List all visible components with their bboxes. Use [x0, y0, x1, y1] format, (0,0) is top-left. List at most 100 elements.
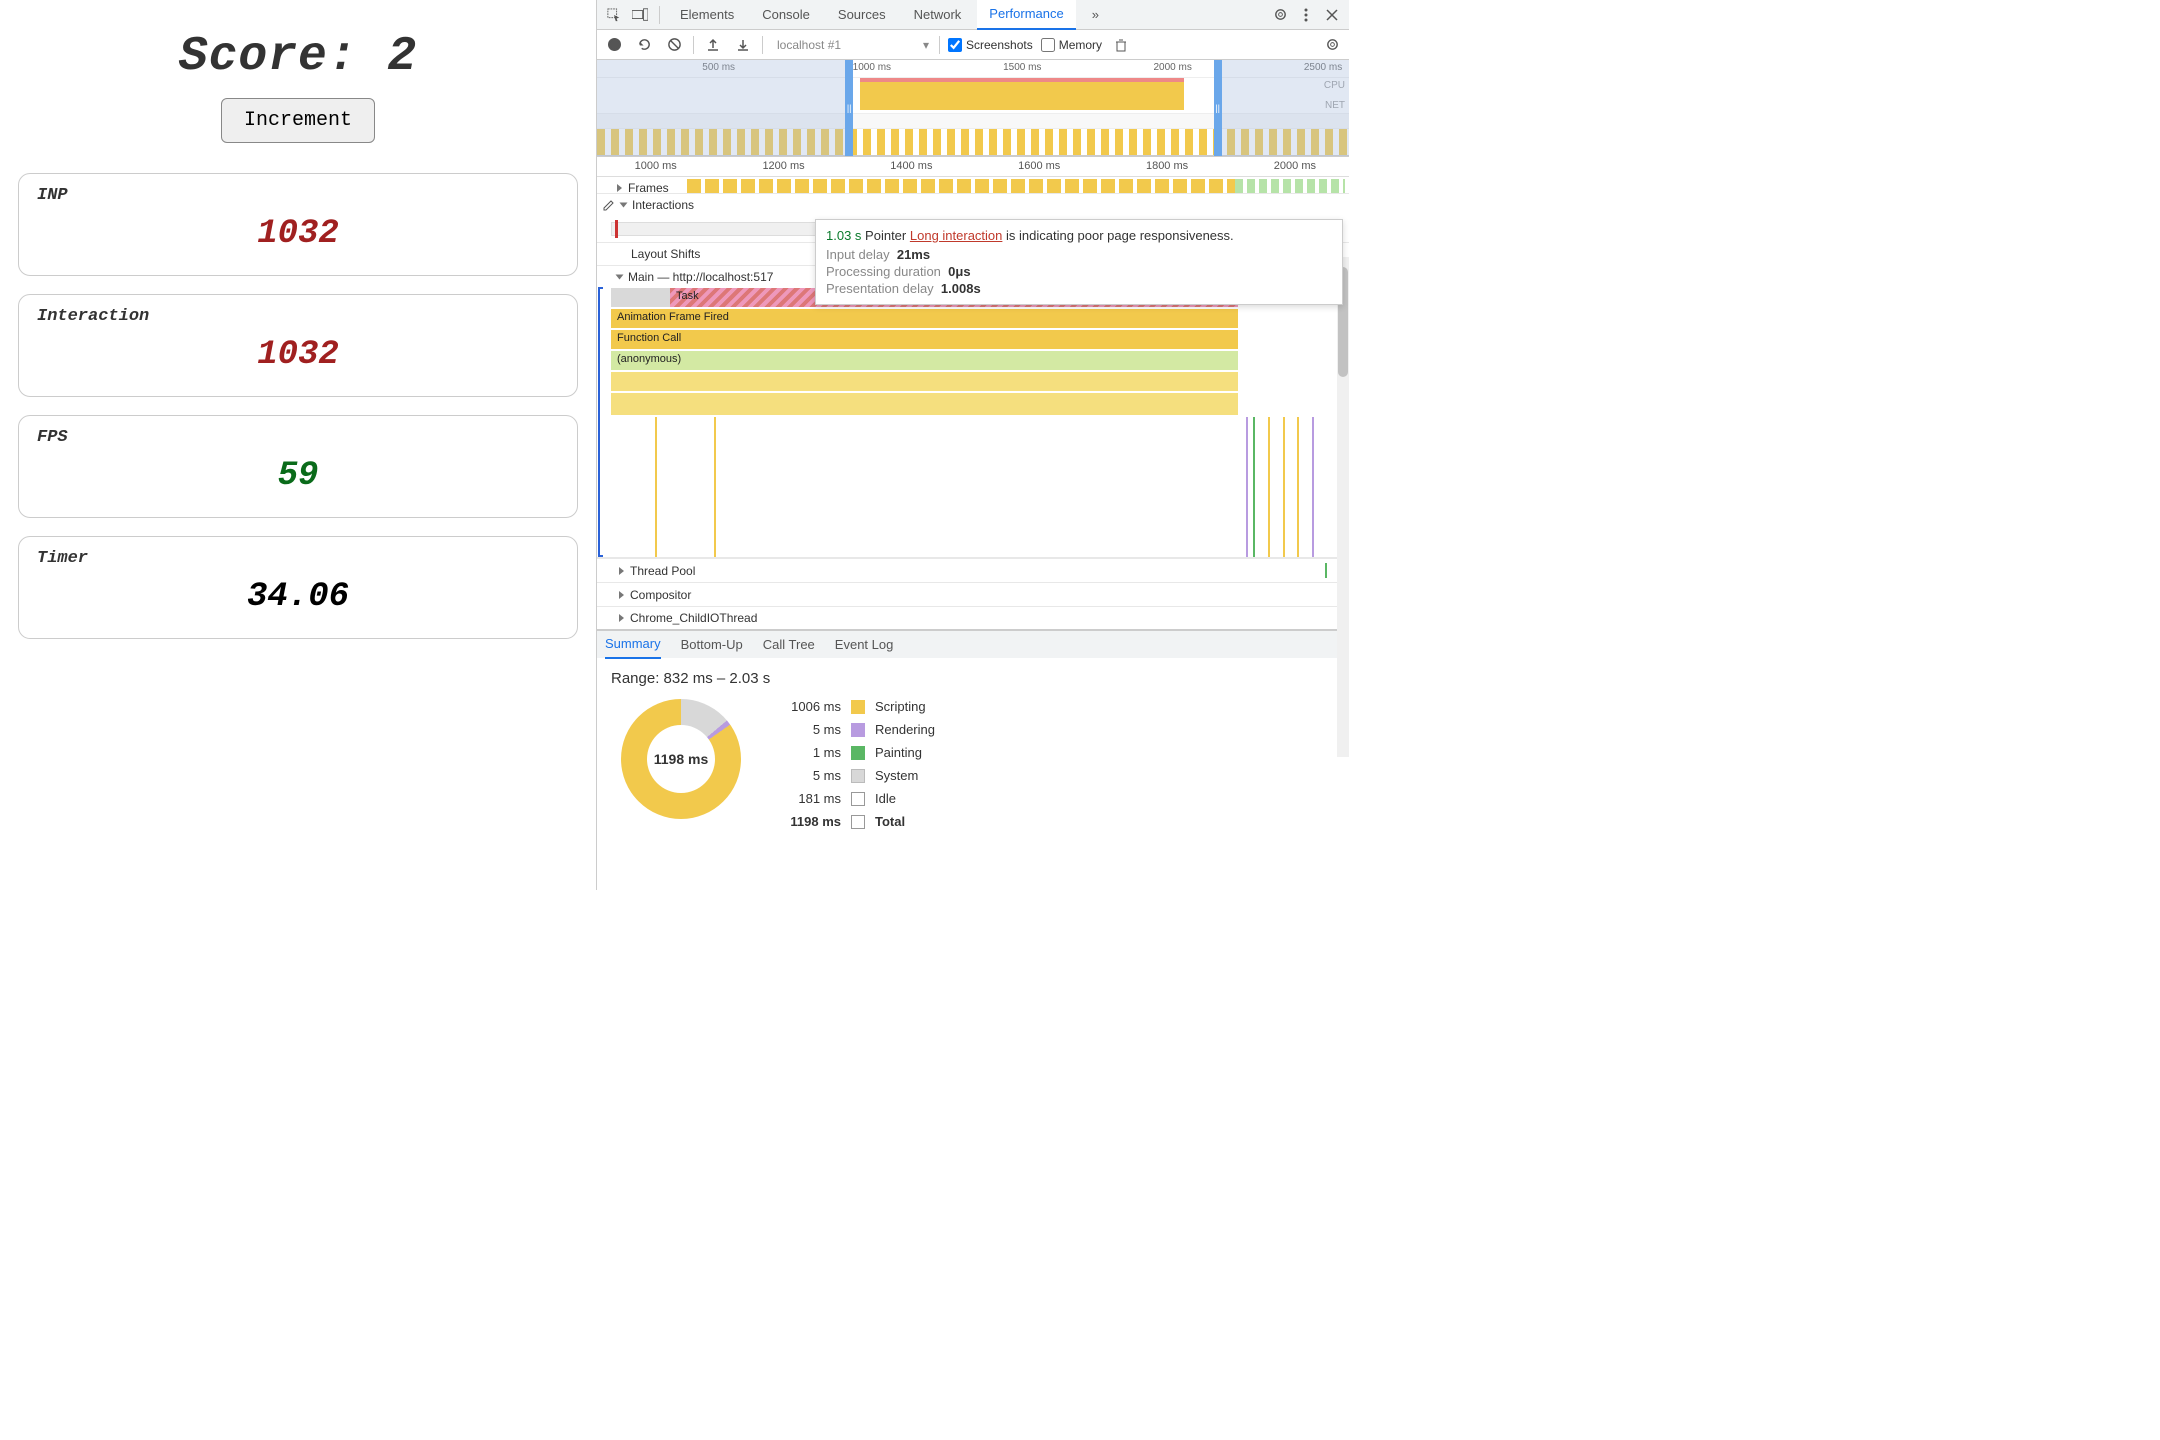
tab-sources[interactable]: Sources — [826, 0, 898, 30]
flame-task-short[interactable] — [611, 288, 670, 307]
track-thread-pool[interactable]: Thread Pool — [597, 558, 1349, 582]
tt-label-2: Presentation delay — [826, 281, 934, 296]
session-dropdown[interactable]: localhost #1 — [771, 36, 931, 54]
clear-button[interactable] — [663, 34, 685, 56]
tt-val-0: 21ms — [897, 247, 930, 262]
thread-pool-series — [737, 563, 1349, 578]
capture-settings-gear-icon[interactable] — [1321, 34, 1343, 56]
track-child-io-label: Chrome_ChildIOThread — [630, 611, 757, 625]
flame-tick: 1800 ms — [1146, 160, 1188, 172]
record-button[interactable] — [603, 34, 625, 56]
timer-card: Timer 34.06 — [18, 536, 578, 639]
flame-anonymous[interactable]: (anonymous) — [611, 351, 1238, 370]
expand-icon[interactable] — [619, 591, 624, 599]
track-child-io[interactable]: Chrome_ChildIOThread — [597, 606, 1349, 630]
track-frames-label: Frames — [628, 181, 669, 195]
collapse-icon[interactable] — [620, 203, 628, 208]
legend-label: Idle — [875, 791, 896, 806]
fps-card: FPS 59 — [18, 415, 578, 518]
tooltip-long-interaction-link[interactable]: Long interaction — [910, 228, 1003, 243]
legend-row: 181 msIdle — [771, 791, 935, 806]
track-main-label: Main — http://localhost:517 — [628, 270, 773, 284]
tab-network[interactable]: Network — [902, 0, 974, 30]
track-compositor-label: Compositor — [630, 588, 691, 602]
close-icon[interactable] — [1321, 4, 1343, 26]
screenshots-checkbox-label: Screenshots — [966, 38, 1033, 52]
flame-tick: 1000 ms — [635, 160, 677, 172]
upload-profile-icon[interactable] — [702, 34, 724, 56]
frames-strip — [687, 179, 1345, 193]
reload-record-button[interactable] — [633, 34, 655, 56]
inp-card: INP 1032 — [18, 173, 578, 276]
expand-icon[interactable] — [619, 567, 624, 575]
overview-handle-left[interactable]: || — [845, 60, 853, 156]
overview-tick: 2000 ms — [1153, 62, 1191, 73]
settings-gear-icon[interactable] — [1269, 4, 1291, 26]
memory-checkbox-input[interactable] — [1041, 38, 1055, 52]
inp-value: 1032 — [37, 215, 559, 253]
track-main[interactable]: Main — http://localhost:517 Task Animati… — [597, 266, 1349, 558]
track-thread-pool-label: Thread Pool — [630, 564, 695, 578]
flamechart[interactable]: 1000 ms 1200 ms 1400 ms 1600 ms 1800 ms … — [597, 157, 1349, 630]
interaction-tooltip: 1.03 s Pointer Long interaction is indic… — [815, 219, 1343, 305]
performance-toolbar: localhost #1 Screenshots Memory — [597, 30, 1349, 60]
overview-handle-right[interactable]: || — [1214, 60, 1222, 156]
fps-value: 59 — [37, 457, 559, 495]
legend-row: 5 msSystem — [771, 768, 935, 783]
btab-summary[interactable]: Summary — [605, 631, 661, 659]
flame-anim-frame[interactable]: Animation Frame Fired — [611, 309, 1238, 328]
gc-icon[interactable] — [1110, 34, 1132, 56]
flame-ruler: 1000 ms 1200 ms 1400 ms 1600 ms 1800 ms … — [597, 157, 1349, 177]
screenshots-checkbox-input[interactable] — [948, 38, 962, 52]
overview-shade-right — [1214, 60, 1349, 156]
legend-swatch — [851, 769, 865, 783]
overview-tick: 1000 ms — [853, 62, 891, 73]
score-heading: Score: 2 — [18, 30, 578, 84]
legend-ms: 1006 ms — [771, 699, 841, 714]
summary-range: Range: 832 ms – 2.03 s — [611, 670, 1335, 687]
flame-sub-block[interactable] — [611, 372, 1238, 391]
tt-val-2: 1.008s — [941, 281, 981, 296]
memory-checkbox[interactable]: Memory — [1041, 38, 1102, 52]
increment-button[interactable]: Increment — [221, 98, 375, 143]
flame-microtask-area — [611, 417, 1349, 557]
separator — [762, 36, 763, 54]
track-layout-shifts-label: Layout Shifts — [631, 247, 700, 261]
tab-elements[interactable]: Elements — [668, 0, 746, 30]
edit-icon[interactable] — [603, 199, 615, 211]
tt-label-0: Input delay — [826, 247, 890, 262]
legend-swatch — [851, 700, 865, 714]
btab-call-tree[interactable]: Call Tree — [763, 631, 815, 659]
tab-performance[interactable]: Performance — [977, 0, 1075, 30]
interaction-card: Interaction 1032 — [18, 294, 578, 397]
summary-donut: 1198 ms — [621, 699, 741, 819]
flame-func-call[interactable]: Function Call — [611, 330, 1238, 349]
interaction-marker — [615, 220, 618, 238]
track-frames[interactable]: Frames — [597, 177, 1349, 194]
download-profile-icon[interactable] — [732, 34, 754, 56]
tab-more[interactable]: » — [1080, 0, 1111, 30]
btab-bottom-up[interactable]: Bottom-Up — [681, 631, 743, 659]
timer-value: 34.06 — [37, 578, 559, 616]
flame-sub-strip — [611, 393, 1238, 415]
btab-event-log[interactable]: Event Log — [835, 631, 894, 659]
inspect-icon[interactable] — [603, 4, 625, 26]
legend-swatch — [851, 746, 865, 760]
overview-timeline[interactable]: 500 ms 1000 ms 1500 ms 2000 ms 2500 ms C… — [597, 60, 1349, 157]
device-toggle-icon[interactable] — [629, 4, 651, 26]
expand-icon[interactable] — [619, 614, 624, 622]
track-compositor[interactable]: Compositor — [597, 582, 1349, 606]
tooltip-duration: 1.03 s — [826, 228, 861, 243]
donut-center-value: 1198 ms — [621, 699, 741, 819]
expand-icon[interactable] — [617, 184, 622, 192]
app-panel: Score: 2 Increment INP 1032 Interaction … — [0, 0, 596, 890]
collapse-icon[interactable] — [616, 275, 624, 280]
selection-bracket — [598, 287, 603, 557]
screenshots-checkbox[interactable]: Screenshots — [948, 38, 1033, 52]
tab-console[interactable]: Console — [750, 0, 822, 30]
details-tabbar: Summary Bottom-Up Call Tree Event Log — [597, 630, 1349, 658]
kebab-menu-icon[interactable] — [1295, 4, 1317, 26]
legend-row: 1198 msTotal — [771, 814, 935, 829]
legend-ms: 1 ms — [771, 745, 841, 760]
legend-ms: 5 ms — [771, 768, 841, 783]
